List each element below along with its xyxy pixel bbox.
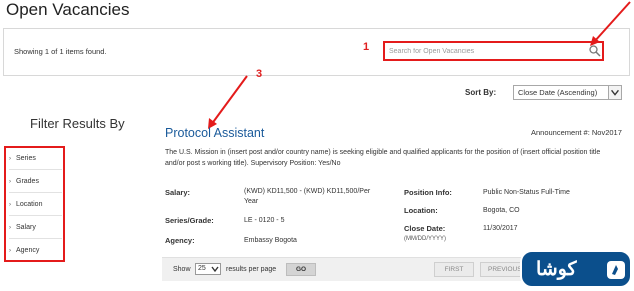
agency-value: Embassy Bogota [244,237,297,244]
chevron-right-icon: › [9,202,11,208]
agency-label: Agency: [165,236,195,245]
go-button[interactable]: GO [286,263,316,276]
salary-value-line1: (KWD) KD11,500 - (KWD) KD11,500/Per [244,188,371,195]
filter-item-salary[interactable]: › Salary [9,224,36,231]
job-title-link[interactable]: Protocol Assistant [165,126,264,140]
divider [9,192,62,193]
filter-title: Filter Results By [30,116,125,131]
chevron-down-icon[interactable] [608,85,622,100]
filter-item-label: Salary [16,224,36,231]
chevron-right-icon: › [9,179,11,185]
series-grade-value: LE - 0120 - 5 [244,217,285,224]
chevron-right-icon: › [9,248,11,254]
close-date-label: Close Date: [404,224,446,233]
announcement-number: Announcement #: Nov2017 [531,128,622,137]
divider [9,238,62,239]
filter-item-agency[interactable]: › Agency [9,247,39,254]
divider [9,169,62,170]
first-page-button[interactable]: FIRST [434,262,474,277]
filter-item-label: Location [16,201,43,208]
filter-item-series[interactable]: › Series [9,155,36,162]
position-info-label: Position Info: [404,188,452,197]
per-page-label: results per page [226,266,277,273]
filter-list: › Series › Grades › Location › Salary › Agenc… [4,146,65,262]
filter-item-grades[interactable]: › Grades [9,178,39,185]
watermark-text: كوشا [536,259,577,280]
show-label: Show [173,266,191,273]
close-date-value: 11/30/2017 [483,225,518,232]
filter-item-label: Agency [16,247,40,254]
series-grade-label: Series/Grade: [165,216,214,225]
position-info-value: Public Non-Status Full-Time [483,189,570,196]
divider [9,215,62,216]
close-date-format: (MM/DD/YYYY) [404,236,446,242]
salary-value-line2: Year [244,198,259,205]
filter-item-label: Series [16,155,36,162]
location-label: Location: [404,206,438,215]
chevron-right-icon: › [9,156,11,162]
annotation-arrows [208,1,631,129]
filter-item-label: Grades [16,178,39,185]
chevron-down-icon[interactable] [209,263,221,275]
job-description: The U.S. Mission in (insert post and/or … [165,149,601,167]
location-value: Bogota, CO [483,207,520,214]
watermark-logo: كوشا [520,250,632,288]
chevron-right-icon: › [9,225,11,231]
sort-label: Sort By: [465,88,497,97]
filter-item-location[interactable]: › Location [9,201,42,208]
logo-mark-icon [607,261,625,279]
sort-select[interactable]: Close Date (Ascending) [513,85,610,100]
salary-label: Salary: [165,188,191,197]
